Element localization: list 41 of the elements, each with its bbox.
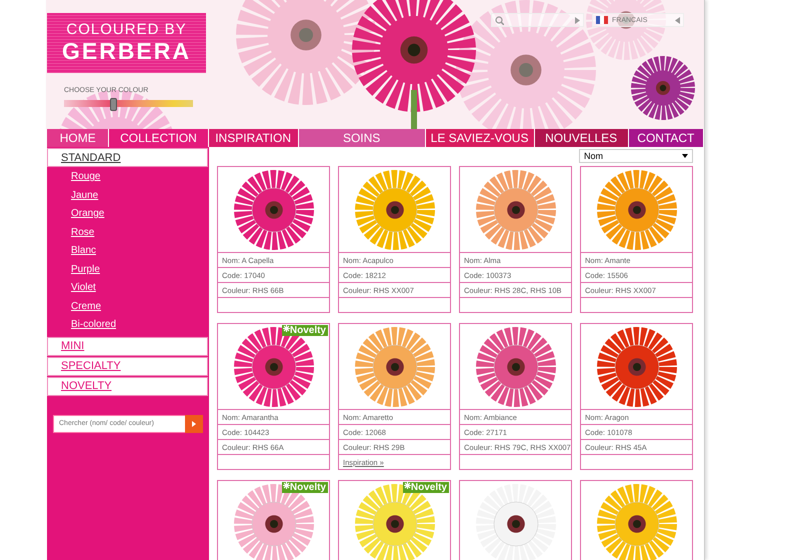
search-icon [495, 16, 504, 24]
flower-photo[interactable] [596, 484, 676, 560]
flower-photo[interactable] [596, 170, 676, 250]
flag-icon [596, 16, 608, 24]
nav-link[interactable]: NOUVELLES [534, 129, 629, 147]
slider-thumb[interactable] [110, 98, 118, 111]
caret-icon [682, 154, 688, 158]
subcategory-link[interactable]: Bi-colored [71, 318, 209, 332]
nav-link[interactable]: COLLECTION [109, 129, 209, 147]
subcategory-link[interactable]: Violet [71, 281, 209, 294]
sort-dropdown[interactable]: Nom [579, 149, 693, 163]
flower-photo[interactable] [354, 326, 434, 406]
arrow-icon [192, 420, 196, 426]
subcategory-link[interactable]: Blanc [71, 244, 209, 258]
novelty-badge: Novelty [282, 325, 328, 336]
novelty-badge: Novelty [282, 482, 328, 493]
subcategory-link[interactable]: Creme [71, 300, 209, 313]
nav-link[interactable]: CONTACT [628, 129, 704, 147]
arrow-icon[interactable] [675, 16, 680, 24]
logo[interactable]: COLOURED BY GERBERA [47, 13, 206, 73]
flower-photo[interactable] [476, 326, 556, 406]
category-link[interactable]: SPECIALTY [47, 356, 208, 376]
subcategory-link[interactable]: Jaune [71, 188, 209, 202]
category-link[interactable]: NOVELTY [47, 376, 208, 396]
category-link[interactable]: MINI [47, 336, 208, 356]
flower-photo[interactable] [234, 170, 314, 250]
subcategory-link[interactable]: Orange [71, 207, 209, 220]
subcategory-link[interactable]: Rouge [71, 170, 209, 184]
nav-link[interactable]: HOME [47, 129, 110, 147]
nav-link[interactable]: SOINS [298, 129, 426, 147]
arrow-icon[interactable] [575, 16, 580, 24]
search-button[interactable] [185, 414, 203, 432]
subcategory-link[interactable]: Purple [71, 262, 209, 276]
subcategory-link[interactable]: Rose [71, 226, 209, 239]
category-link[interactable]: STANDARD [47, 148, 208, 167]
novelty-badge: Novelty [402, 482, 449, 493]
nav-link[interactable]: INSPIRATION [208, 129, 299, 147]
flower-photo[interactable] [354, 170, 434, 250]
flower-photo[interactable] [596, 326, 676, 406]
nav-link[interactable]: LE SAVIEZ-VOUS [426, 129, 535, 147]
flower-photo[interactable] [476, 170, 556, 250]
